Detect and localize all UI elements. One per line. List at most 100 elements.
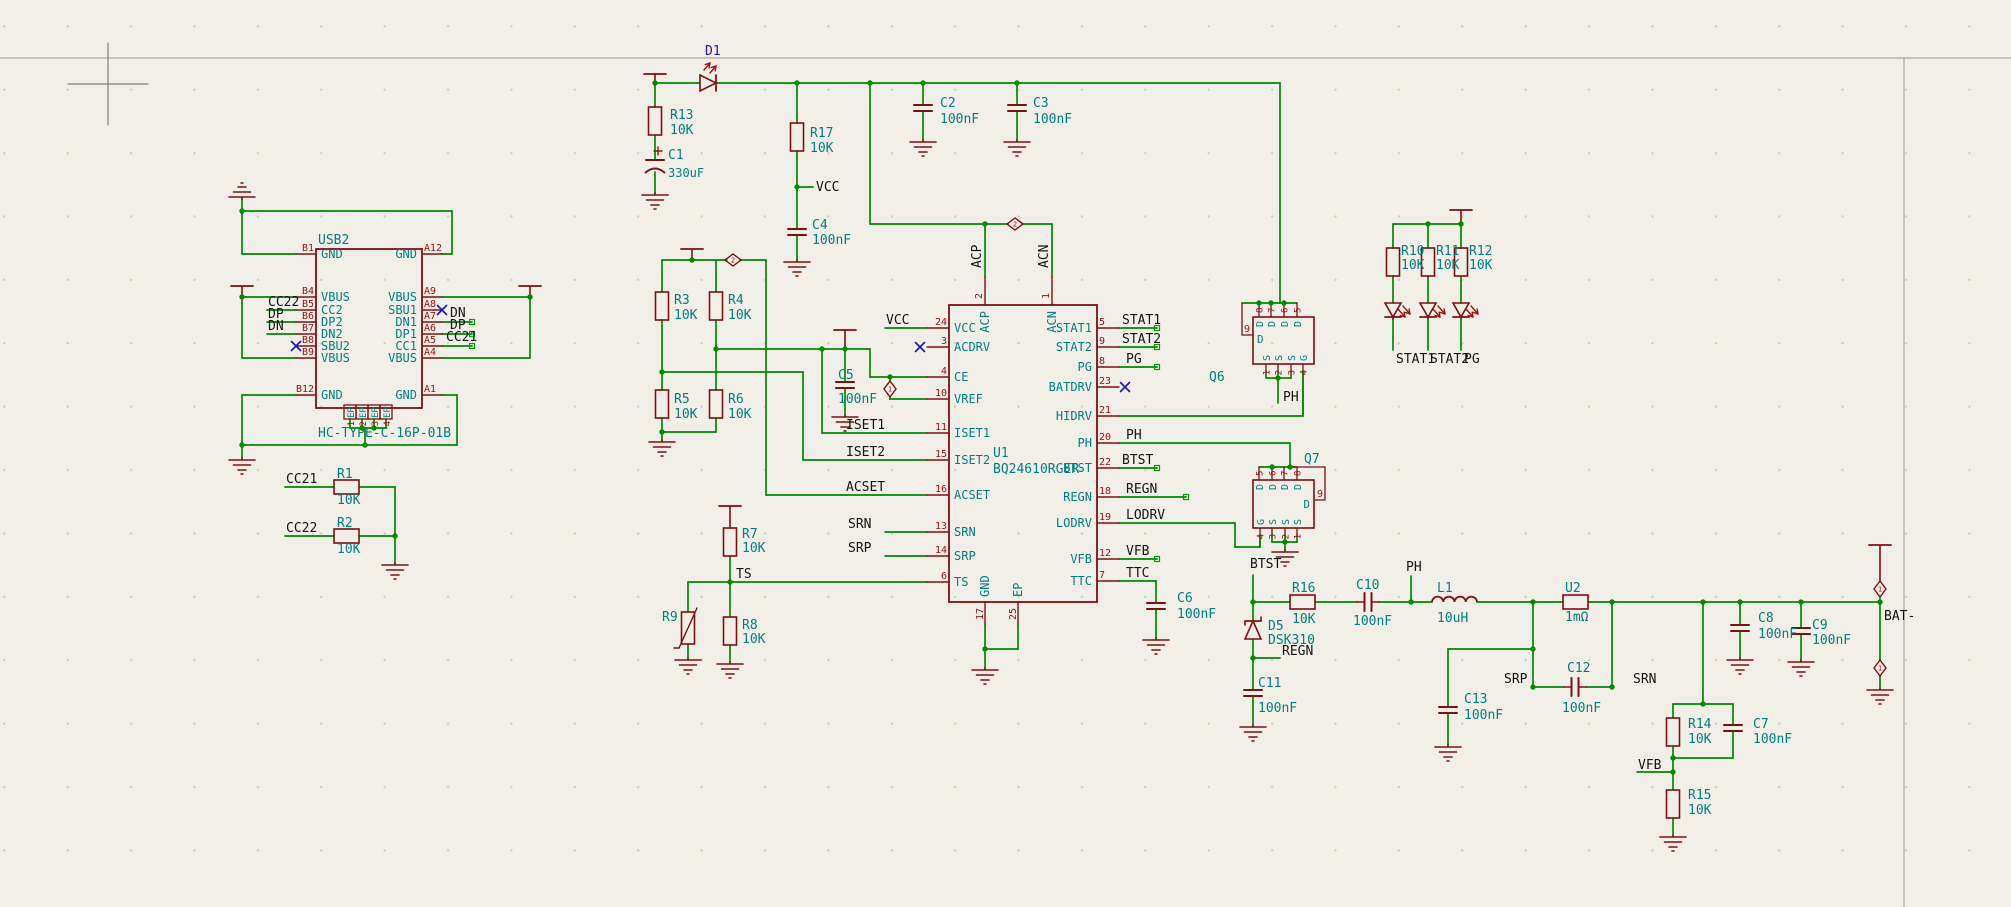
- component-text[interactable]: 10K: [742, 541, 766, 556]
- pin-number[interactable]: 18: [1099, 486, 1111, 497]
- pin-number[interactable]: A4: [424, 347, 436, 358]
- pin-number[interactable]: B12: [296, 384, 314, 395]
- pin-number[interactable]: 7: [1099, 570, 1105, 581]
- component-text[interactable]: R12: [1469, 244, 1492, 259]
- pin-number[interactable]: 24: [935, 317, 947, 328]
- ground-icon[interactable]: [675, 658, 701, 674]
- ground-icon[interactable]: [910, 140, 936, 156]
- component-text[interactable]: R4: [728, 293, 744, 308]
- pin-number[interactable]: 7: [1281, 471, 1291, 476]
- pin-name[interactable]: S: [1268, 519, 1279, 525]
- component-text[interactable]: R14: [1688, 717, 1712, 732]
- pin-name[interactable]: G: [1299, 355, 1310, 361]
- pin-number[interactable]: A6: [424, 323, 436, 334]
- resistor-R7[interactable]: [724, 528, 737, 556]
- jumper-icon[interactable]: 2: [1007, 218, 1023, 230]
- component-text[interactable]: R6: [728, 392, 744, 407]
- pin-number[interactable]: A1: [424, 384, 436, 395]
- power-flag-icon[interactable]: [1869, 545, 1891, 581]
- pin-number[interactable]: A5: [424, 335, 436, 346]
- pin-number[interactable]: 1: [1041, 293, 1052, 299]
- component-text[interactable]: R13: [670, 108, 693, 123]
- capacitor-C1[interactable]: [645, 147, 665, 173]
- component-text[interactable]: 100nF: [1177, 607, 1216, 622]
- jumper-pin-number[interactable]: 2: [731, 257, 735, 265]
- ground-icon[interactable]: [1660, 835, 1686, 851]
- component-text[interactable]: C10: [1356, 578, 1379, 593]
- pin-number[interactable]: 4: [1300, 370, 1310, 375]
- component-text[interactable]: 100nF: [1033, 112, 1072, 127]
- pin-number[interactable]: 7: [1268, 308, 1278, 313]
- net-label[interactable]: CC21: [446, 330, 477, 345]
- pin-name[interactable]: D: [1257, 333, 1264, 346]
- net-label[interactable]: REGN: [1126, 482, 1157, 497]
- mosfet-Q6[interactable]: 8D7D6D5D1S2S3S4G9D: [1242, 303, 1314, 375]
- net-label[interactable]: PH: [1406, 560, 1422, 575]
- component-text[interactable]: R11: [1436, 244, 1459, 259]
- ground-icon[interactable]: [229, 458, 255, 474]
- component-text[interactable]: C4: [812, 218, 828, 233]
- pin-name[interactable]: D: [1303, 498, 1310, 511]
- component-text[interactable]: C6: [1177, 591, 1193, 606]
- component-text[interactable]: R9: [662, 610, 678, 625]
- pin-number[interactable]: 11: [935, 422, 947, 433]
- power-flag-icon[interactable]: [719, 506, 741, 528]
- pin-number[interactable]: 5: [1294, 308, 1304, 313]
- schottky-D5[interactable]: [1245, 617, 1261, 639]
- pin-number[interactable]: 6: [1281, 308, 1291, 313]
- ref-des[interactable]: D1: [705, 44, 721, 59]
- pin-number[interactable]: 21: [1099, 405, 1111, 416]
- pin-number[interactable]: 4: [941, 366, 947, 377]
- pin-name[interactable]: VBUS: [388, 290, 417, 304]
- component-text[interactable]: Q6: [1209, 370, 1225, 385]
- pin-number[interactable]: 8: [1099, 356, 1105, 367]
- pin-number[interactable]: 8: [1256, 308, 1266, 313]
- pin-name[interactable]: GND: [321, 247, 343, 261]
- pin-name[interactable]: HIDRV: [1056, 409, 1092, 423]
- component-text[interactable]: R17: [810, 126, 833, 141]
- pin-number[interactable]: 10: [935, 388, 947, 399]
- capacitor-C12[interactable]: [1564, 678, 1586, 696]
- component-text[interactable]: 1mΩ: [1565, 610, 1589, 625]
- capacitor-C6[interactable]: [1147, 603, 1165, 609]
- pin-number[interactable]: 13: [935, 521, 947, 532]
- pin-number[interactable]: 9: [1099, 336, 1105, 347]
- component-text[interactable]: R5: [674, 392, 690, 407]
- pin-name[interactable]: GND: [395, 247, 417, 261]
- pin-number[interactable]: B4: [302, 286, 314, 297]
- ground-icon[interactable]: [642, 193, 668, 209]
- net-label[interactable]: ISET2: [846, 445, 885, 460]
- pin-number[interactable]: 2: [974, 293, 985, 299]
- resistor-R15[interactable]: [1667, 790, 1680, 818]
- component-text[interactable]: Q7: [1304, 452, 1320, 467]
- net-label[interactable]: BAT-: [1884, 609, 1915, 624]
- component-text[interactable]: HC-TYPE-C-16P-01B: [318, 426, 451, 441]
- component-text[interactable]: L1: [1437, 581, 1453, 596]
- pin-name[interactable]: VFB: [1070, 552, 1092, 566]
- net-label[interactable]: SRN: [848, 517, 871, 532]
- pin-name[interactable]: D: [1280, 484, 1291, 490]
- pin-number[interactable]: 25: [1008, 608, 1019, 620]
- component-text[interactable]: 10K: [1688, 732, 1712, 747]
- jumper-icon[interactable]: 1: [1874, 660, 1886, 676]
- pin-number[interactable]: B5: [302, 299, 314, 310]
- power-flag-icon[interactable]: [834, 330, 856, 349]
- component-text[interactable]: 100nF: [812, 233, 851, 248]
- ground-icon[interactable]: [382, 563, 408, 579]
- component-text[interactable]: C5: [838, 368, 854, 383]
- pin-number[interactable]: 22: [1099, 457, 1111, 468]
- component-text[interactable]: 100nF: [1753, 732, 1792, 747]
- pin-name[interactable]: D: [1280, 321, 1291, 327]
- net-label[interactable]: PG: [1464, 352, 1480, 367]
- pin-name[interactable]: G: [1256, 519, 1267, 525]
- net-label[interactable]: PG: [1126, 352, 1142, 367]
- jumper-icon[interactable]: 1: [1874, 581, 1886, 597]
- ground-icon[interactable]: [1435, 745, 1461, 761]
- pin-number[interactable]: A9: [424, 286, 436, 297]
- pin-name[interactable]: ACN: [1045, 311, 1059, 333]
- component-text[interactable]: U1: [993, 446, 1009, 461]
- ground-icon[interactable]: [649, 440, 675, 456]
- pin-number[interactable]: 2: [1275, 370, 1285, 375]
- net-label[interactable]: PH: [1126, 428, 1142, 443]
- schematic-canvas[interactable]: 22111B1GNDB4VBUSB5CC2B6DP2B7DN2B8SBU2B9V…: [0, 0, 2011, 907]
